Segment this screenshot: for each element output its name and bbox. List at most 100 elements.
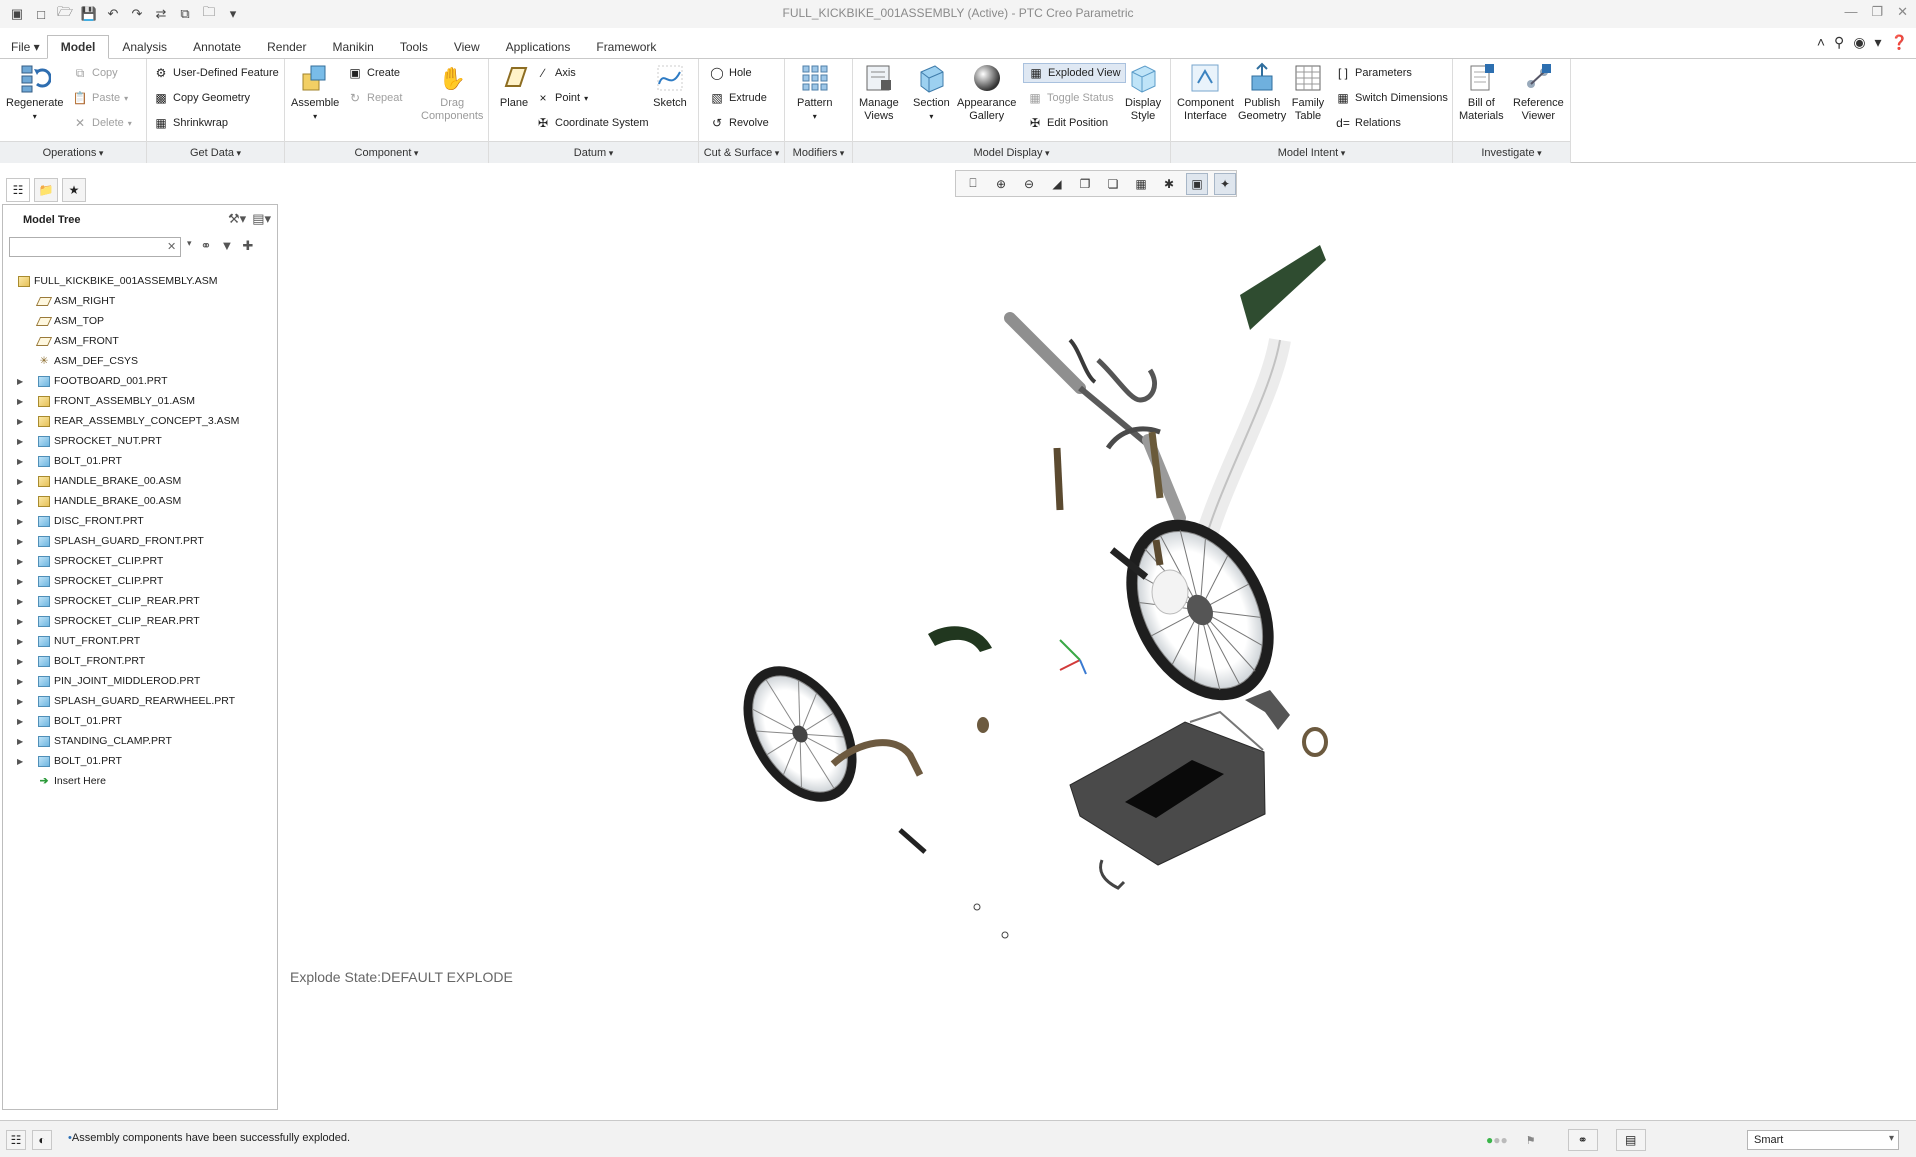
- tab-render[interactable]: Render: [254, 36, 319, 58]
- relations-button[interactable]: d= Relations: [1335, 113, 1401, 133]
- coordinate-system-button[interactable]: ✠ Coordinate System: [535, 113, 649, 133]
- save-icon[interactable]: 💾: [80, 5, 98, 23]
- tree-row[interactable]: ▶ HANDLE_BRAKE_00.ASM: [3, 491, 277, 511]
- tree-row[interactable]: ▶ PIN_JOINT_MIDDLEROD.PRT: [3, 671, 277, 691]
- copy-geometry-button[interactable]: ▩ Copy Geometry: [153, 88, 250, 108]
- repaint-icon[interactable]: ◢: [1046, 173, 1068, 195]
- saved-orientations-icon[interactable]: ❏: [1102, 173, 1124, 195]
- regenerate-button[interactable]: Regenerate ▾: [6, 61, 64, 123]
- show-navigator-icon[interactable]: ☷: [6, 1130, 26, 1150]
- show-browser-icon[interactable]: ◐: [32, 1130, 52, 1150]
- tree-row[interactable]: ▶ STANDING_CLAMP.PRT: [3, 731, 277, 751]
- expand-arrow-icon[interactable]: ▶: [17, 497, 27, 506]
- appearance-gallery-button[interactable]: Appearance Gallery: [957, 61, 1016, 123]
- brake-lever-part[interactable]: [1096, 358, 1164, 499]
- flag-icon[interactable]: ⚑: [1526, 1134, 1536, 1147]
- tree-row[interactable]: ▶ SPROCKET_CLIP_REAR.PRT: [3, 611, 277, 631]
- expand-arrow-icon[interactable]: ▶: [17, 457, 27, 466]
- expand-arrow-icon[interactable]: ▶: [17, 617, 27, 626]
- tree-row[interactable]: ▶ BOLT_01.PRT: [3, 751, 277, 771]
- regenerate-icon[interactable]: ⇄: [152, 5, 170, 23]
- tree-row[interactable]: ✳ ASM_DEF_CSYS: [3, 351, 277, 371]
- delete-button[interactable]: ✕ Delete ▾: [72, 113, 132, 133]
- paste-button[interactable]: 📋 Paste ▾: [72, 88, 129, 108]
- tree-row[interactable]: ▶ SPLASH_GUARD_REARWHEEL.PRT: [3, 691, 277, 711]
- tree-row[interactable]: ▶ NUT_FRONT.PRT: [3, 631, 277, 651]
- tree-row[interactable]: ➔ Insert Here: [3, 771, 277, 791]
- collapse-ribbon-icon[interactable]: ˄: [1817, 34, 1825, 51]
- assemble-button[interactable]: Assemble ▾: [291, 61, 339, 123]
- copy-button[interactable]: ⧉ Copy: [72, 63, 118, 83]
- expand-arrow-icon[interactable]: ▶: [17, 677, 27, 686]
- expand-arrow-icon[interactable]: ▶: [17, 577, 27, 586]
- graphics-viewport[interactable]: [280, 200, 1916, 1120]
- tree-settings-icon[interactable]: ⚒▾: [228, 211, 246, 227]
- model-tree-search-input[interactable]: [9, 237, 181, 257]
- tab-analysis[interactable]: Analysis: [109, 36, 180, 58]
- clear-search-icon[interactable]: ✕: [167, 240, 176, 253]
- group-label-component[interactable]: Component: [285, 141, 488, 163]
- display-style-toolbar-icon[interactable]: ❐: [1074, 173, 1096, 195]
- tree-row[interactable]: ASM_RIGHT: [3, 291, 277, 311]
- expand-arrow-icon[interactable]: ▶: [17, 397, 27, 406]
- tree-show-icon[interactable]: ▤▾: [252, 211, 271, 227]
- group-label-investigate[interactable]: Investigate: [1453, 141, 1570, 163]
- tree-row[interactable]: FULL_KICKBIKE_001ASSEMBLY.ASM: [3, 271, 277, 291]
- exploded-view-button[interactable]: ▦ Exploded View: [1023, 63, 1126, 83]
- expand-arrow-icon[interactable]: ▶: [17, 597, 27, 606]
- expand-arrow-icon[interactable]: ▶: [17, 517, 27, 526]
- headset-part[interactable]: [1151, 569, 1189, 615]
- filter-icon[interactable]: ▼: [220, 238, 233, 254]
- group-label-datum[interactable]: Datum: [489, 141, 698, 163]
- tree-row[interactable]: ▶ DISC_FRONT.PRT: [3, 511, 277, 531]
- customize-qat-icon[interactable]: ▾: [224, 5, 242, 23]
- tab-framework[interactable]: Framework: [583, 36, 669, 58]
- pattern-button[interactable]: Pattern ▾: [797, 61, 832, 123]
- rear-fender-part[interactable]: [928, 626, 992, 652]
- expand-arrow-icon[interactable]: ▶: [17, 537, 27, 546]
- group-label-model-intent[interactable]: Model Intent: [1171, 141, 1452, 163]
- tree-row[interactable]: ▶ FOOTBOARD_001.PRT: [3, 371, 277, 391]
- annotation-display-icon[interactable]: ▣: [1186, 172, 1208, 195]
- tree-row[interactable]: ▶ HANDLE_BRAKE_00.ASM: [3, 471, 277, 491]
- tab-tools[interactable]: Tools: [387, 36, 441, 58]
- standing-clamp-part[interactable]: [1245, 690, 1290, 730]
- zoom-out-icon[interactable]: ⊖: [1018, 173, 1040, 195]
- tab-file[interactable]: File ▾: [4, 36, 47, 58]
- publish-geometry-button[interactable]: Publish Geometry: [1238, 61, 1286, 123]
- undo-icon[interactable]: ↶: [104, 5, 122, 23]
- group-label-cut-surface[interactable]: Cut & Surface: [699, 141, 784, 163]
- tree-row[interactable]: ▶ BOLT_01.PRT: [3, 711, 277, 731]
- close-window-icon[interactable]: 🗀: [200, 4, 218, 23]
- expand-arrow-icon[interactable]: ▶: [17, 657, 27, 666]
- spin-center-icon[interactable]: ✦: [1214, 172, 1236, 195]
- tree-row[interactable]: ▶ SPROCKET_CLIP.PRT: [3, 551, 277, 571]
- datum-display-icon[interactable]: ✱: [1158, 173, 1180, 195]
- group-label-modifiers[interactable]: Modifiers: [785, 141, 852, 163]
- rear-wheel-part[interactable]: [720, 646, 880, 822]
- reference-viewer-button[interactable]: Reference Viewer: [1513, 61, 1564, 123]
- expand-arrow-icon[interactable]: ▶: [17, 557, 27, 566]
- tree-row[interactable]: ▶ SPROCKET_NUT.PRT: [3, 431, 277, 451]
- sprocket-nut-part[interactable]: [977, 717, 989, 733]
- parameters-button[interactable]: [ ] Parameters: [1335, 63, 1412, 83]
- expand-arrow-icon[interactable]: ▶: [17, 417, 27, 426]
- axis-button[interactable]: ∕ Axis: [535, 63, 576, 83]
- new-file-icon[interactable]: □: [32, 5, 50, 23]
- front-wheel-part[interactable]: [1097, 494, 1304, 725]
- group-label-operations[interactable]: Operations: [0, 141, 146, 163]
- handlebar-part[interactable]: [1004, 312, 1186, 524]
- regeneration-status-icon[interactable]: ●●●: [1486, 1133, 1508, 1147]
- bill-of-materials-button[interactable]: Bill of Materials: [1459, 61, 1504, 123]
- minimize-icon[interactable]: —: [1844, 4, 1857, 20]
- tree-row[interactable]: ASM_TOP: [3, 311, 277, 331]
- expand-arrow-icon[interactable]: ▶: [17, 757, 27, 766]
- sketch-button[interactable]: Sketch: [653, 61, 687, 110]
- family-table-button[interactable]: Family Table: [1291, 61, 1325, 123]
- help-icon[interactable]: ❓: [1891, 34, 1908, 51]
- tree-row[interactable]: ▶ SPROCKET_CLIP.PRT: [3, 571, 277, 591]
- display-style-button[interactable]: Display Style: [1125, 61, 1161, 123]
- group-label-get-data[interactable]: Get Data: [147, 141, 284, 163]
- tab-model[interactable]: Model: [46, 35, 110, 59]
- selection-filter-select[interactable]: Smart: [1747, 1130, 1899, 1150]
